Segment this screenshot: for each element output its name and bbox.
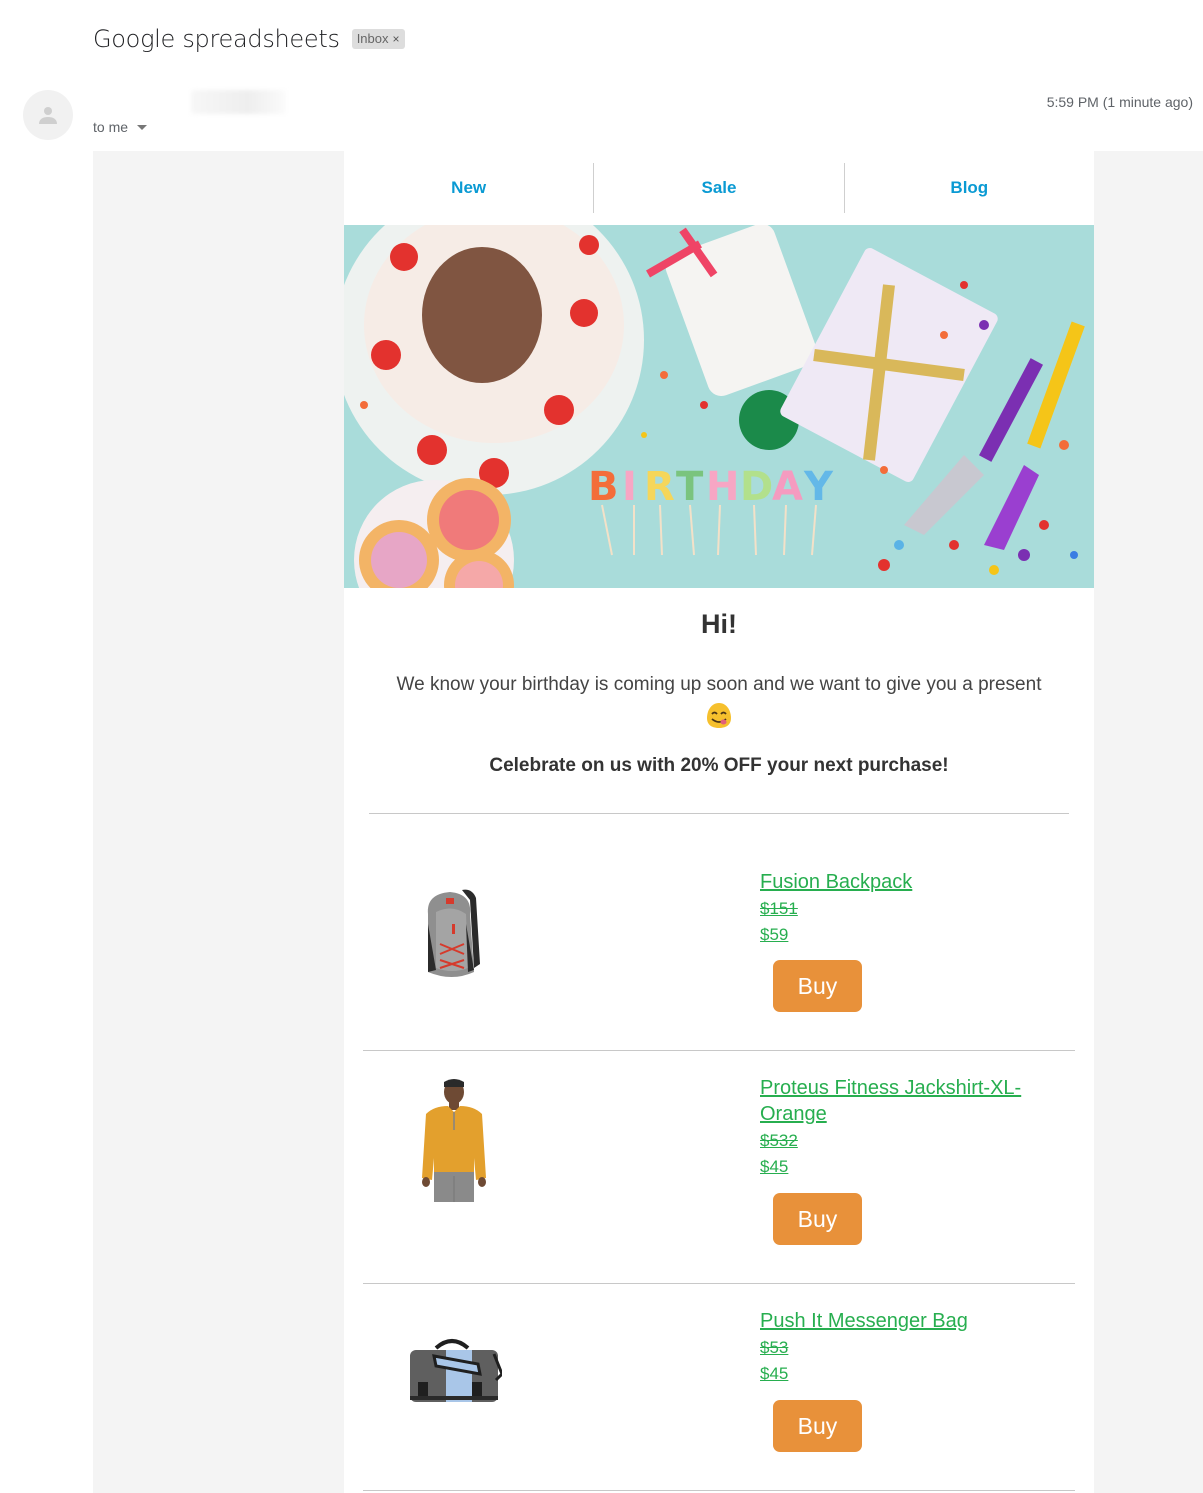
- inbox-label-chip[interactable]: Inbox ×: [351, 29, 405, 49]
- product-name-link[interactable]: Push It Messenger Bag: [760, 1308, 1060, 1334]
- product-old-price[interactable]: $151: [760, 896, 1060, 922]
- svg-text:R: R: [644, 464, 675, 510]
- divider: [363, 1050, 1075, 1051]
- product-name-link[interactable]: Fusion Backpack: [760, 869, 1060, 895]
- product-price[interactable]: $45: [760, 1361, 1060, 1387]
- buy-button[interactable]: Buy: [773, 960, 862, 1012]
- product-old-price[interactable]: $532: [760, 1128, 1060, 1154]
- recipient-details-toggle[interactable]: to me: [93, 119, 148, 135]
- messenger-bag-icon: [410, 1339, 502, 1402]
- newsletter-container: New Sale Blog B I R T H D A Y Hi! We kno…: [344, 151, 1094, 1493]
- product-price[interactable]: $59: [760, 922, 1060, 948]
- product-image-backpack[interactable]: [399, 879, 509, 989]
- email-subject: Google spreadsheets: [93, 25, 340, 53]
- divider: [363, 1283, 1075, 1284]
- svg-text:D: D: [740, 464, 773, 510]
- jackshirt-icon: [422, 1078, 486, 1202]
- product-info: Push It Messenger Bag $53 $45: [760, 1308, 1060, 1387]
- greeting-heading: Hi!: [701, 609, 737, 639]
- sender-avatar[interactable]: [23, 90, 73, 140]
- chevron-down-icon: [137, 125, 148, 130]
- hero-birthday-image[interactable]: B I R T H D A Y: [344, 225, 1094, 588]
- product-old-price[interactable]: $53: [760, 1335, 1060, 1361]
- product-name-link[interactable]: Proteus Fitness Jackshirt-XL-Orange: [760, 1075, 1060, 1127]
- svg-text:T: T: [676, 464, 704, 510]
- nav-link-blog[interactable]: Blog: [843, 163, 1094, 213]
- divider: [369, 813, 1069, 814]
- person-icon: [39, 107, 57, 124]
- promo-text: Celebrate on us with 20% OFF your next p…: [489, 755, 949, 776]
- backpack-icon: [427, 889, 480, 977]
- svg-text:H: H: [706, 464, 739, 510]
- recipient-text: to me: [93, 119, 129, 135]
- face-savoring-food-icon: [707, 702, 731, 728]
- newsletter-nav: New Sale Blog: [344, 163, 1094, 213]
- product-price[interactable]: $45: [760, 1154, 1060, 1180]
- divider: [363, 1490, 1075, 1491]
- email-timestamp: 5:59 PM (1 minute ago): [1046, 94, 1193, 110]
- product-info: Proteus Fitness Jackshirt-XL-Orange $532…: [760, 1075, 1060, 1180]
- intro-text: We know your birthday is coming up soon …: [364, 670, 1074, 730]
- remove-label-icon[interactable]: ×: [393, 32, 400, 46]
- subject-row: Google spreadsheets Inbox ×: [93, 22, 405, 56]
- chocolate-sprinkles: [422, 247, 542, 383]
- svg-text:A: A: [772, 464, 803, 510]
- birthday-illustration: B I R T H D A Y: [344, 225, 1094, 588]
- buy-button[interactable]: Buy: [773, 1400, 862, 1452]
- svg-text:I: I: [622, 464, 637, 510]
- product-info: Fusion Backpack $151 $59: [760, 869, 1060, 948]
- inbox-label-text: Inbox: [356, 31, 389, 46]
- sender-name-redacted: [191, 90, 286, 114]
- nav-link-sale[interactable]: Sale: [593, 163, 843, 213]
- intro-message: We know your birthday is coming up soon …: [396, 674, 1042, 695]
- svg-text:Y: Y: [803, 464, 834, 510]
- nav-link-new[interactable]: New: [344, 163, 593, 213]
- svg-text:B: B: [588, 464, 619, 510]
- product-image-messenger-bag[interactable]: [394, 1326, 514, 1416]
- buy-button[interactable]: Buy: [773, 1193, 862, 1245]
- birthday-candles: B I R T H D A Y: [588, 464, 834, 510]
- product-image-orange-jackshirt[interactable]: [399, 1077, 509, 1202]
